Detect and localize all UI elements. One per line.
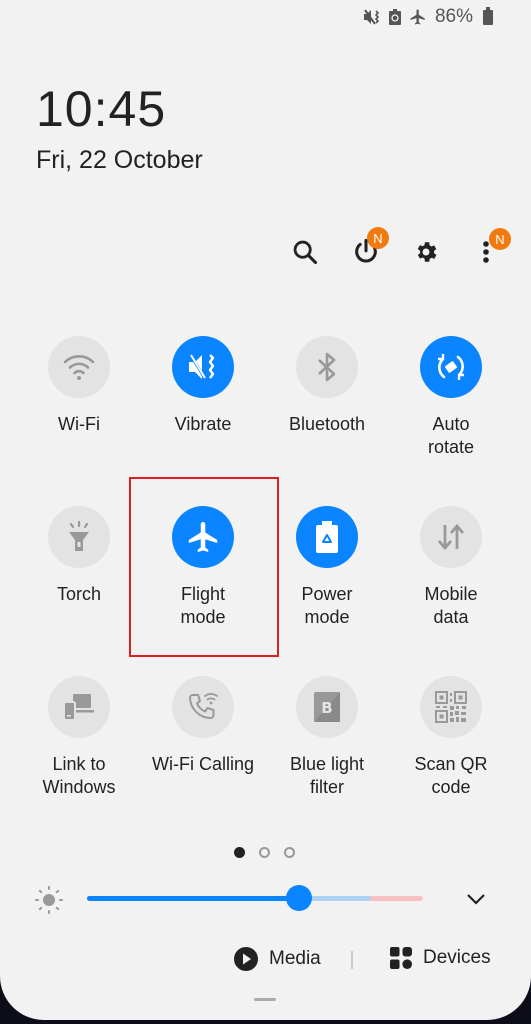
play-circle-icon (234, 947, 258, 971)
tile-auto-rotate-toggle[interactable] (420, 336, 482, 398)
top-actions: N N (0, 227, 531, 272)
tile-power-mode-toggle[interactable] (296, 506, 358, 568)
clock-date[interactable]: Fri, 22 October (36, 146, 203, 175)
brightness-fill (87, 896, 299, 901)
torch-icon (69, 520, 89, 551)
tile-label: Blue light filter (289, 754, 365, 797)
qr-code-icon (435, 691, 467, 723)
tile-wifi[interactable]: Wi-Fi (17, 336, 141, 436)
brightness-slider[interactable] (87, 896, 423, 901)
wifi-icon (63, 355, 95, 380)
power-button[interactable]: N (346, 227, 389, 272)
svg-text:B: B (321, 699, 332, 717)
bluetooth-icon (318, 352, 336, 382)
bottom-bar: Media Devices (0, 944, 531, 978)
tile-label: Torch (56, 584, 101, 604)
vibrate-icon (363, 9, 380, 25)
brightness-thumb[interactable] (285, 885, 312, 911)
tile-scan-qr-code-toggle[interactable] (420, 676, 482, 738)
tile-bluetooth-toggle[interactable] (296, 336, 358, 398)
chevron-down-icon (467, 894, 485, 905)
gear-icon (417, 242, 437, 262)
brightness-sun-icon (35, 886, 63, 914)
vibrate-icon (188, 353, 215, 381)
quick-settings-panel: 86% 10:45 Fri, 22 October N N Wi-Fi Vibr… (0, 0, 531, 1020)
auto-rotate-icon (438, 354, 464, 380)
status-bar: 86% (363, 6, 493, 28)
media-label: Media (269, 948, 321, 969)
highlight-box-flight-mode (129, 477, 279, 657)
tile-wifi-toggle[interactable] (48, 336, 110, 398)
battery-percent: 86% (434, 6, 473, 27)
blue-light-filter-icon: B (314, 692, 340, 722)
search-icon (293, 240, 318, 265)
tile-blue-light-filter-toggle[interactable]: B (296, 676, 358, 738)
tile-label: Vibrate (174, 414, 232, 434)
devices-button[interactable]: Devices (389, 946, 491, 970)
power-saving-icon (388, 9, 401, 25)
tile-link-to-windows-toggle[interactable] (48, 676, 110, 738)
tile-torch-toggle[interactable] (48, 506, 110, 568)
tile-label: Scan QR code (414, 754, 488, 797)
panel-drag-handle[interactable] (254, 998, 276, 1001)
power-saving-icon (316, 521, 338, 553)
tile-vibrate[interactable]: Vibrate (141, 336, 265, 436)
clock-time[interactable]: 10:45 (36, 80, 166, 138)
tile-label: Power mode (301, 584, 353, 627)
airplane-icon (410, 9, 425, 25)
page-dot-3[interactable] (284, 847, 295, 858)
tile-mobile-data-toggle[interactable] (420, 506, 482, 568)
wifi-calling-icon (189, 693, 218, 719)
tile-blue-light-filter[interactable]: B Blue light filter (265, 676, 389, 799)
tile-torch[interactable]: Torch (17, 506, 141, 606)
notification-badge: N (489, 228, 511, 250)
tile-wifi-calling[interactable]: Wi-Fi Calling (141, 676, 265, 776)
tile-scan-qr-code[interactable]: Scan QR code (389, 676, 513, 799)
tile-label: Link to Windows (42, 754, 116, 797)
battery-icon (483, 6, 493, 25)
more-options-button[interactable]: N (466, 228, 511, 272)
media-button[interactable]: Media (233, 946, 321, 972)
notification-badge: N (367, 227, 389, 249)
tile-link-to-windows[interactable]: Link to Windows (17, 676, 141, 799)
page-dot-1[interactable] (234, 847, 245, 858)
divider (351, 951, 353, 969)
page-indicator (234, 847, 295, 858)
tile-label: Auto rotate (427, 414, 475, 457)
page-dot-2[interactable] (259, 847, 270, 858)
tile-mobile-data[interactable]: Mobile data (389, 506, 513, 629)
mobile-data-icon (437, 523, 465, 551)
settings-button[interactable] (406, 232, 446, 272)
tile-label: Wi-Fi (58, 414, 100, 434)
link-to-windows-icon (63, 694, 94, 721)
tile-bluetooth[interactable]: Bluetooth (265, 336, 389, 436)
tile-vibrate-toggle[interactable] (172, 336, 234, 398)
expand-button[interactable] (462, 888, 490, 910)
tile-label: Wi-Fi Calling (151, 754, 254, 774)
devices-label: Devices (423, 947, 491, 968)
tile-wifi-calling-toggle[interactable] (172, 676, 234, 738)
tile-label: Mobile data (424, 584, 478, 627)
search-button[interactable] (285, 232, 325, 272)
brightness-control (0, 880, 531, 920)
tile-label: Bluetooth (288, 414, 366, 434)
tile-auto-rotate[interactable]: Auto rotate (389, 336, 513, 459)
devices-grid-icon (390, 947, 412, 969)
tile-power-mode[interactable]: Power mode (265, 506, 389, 629)
